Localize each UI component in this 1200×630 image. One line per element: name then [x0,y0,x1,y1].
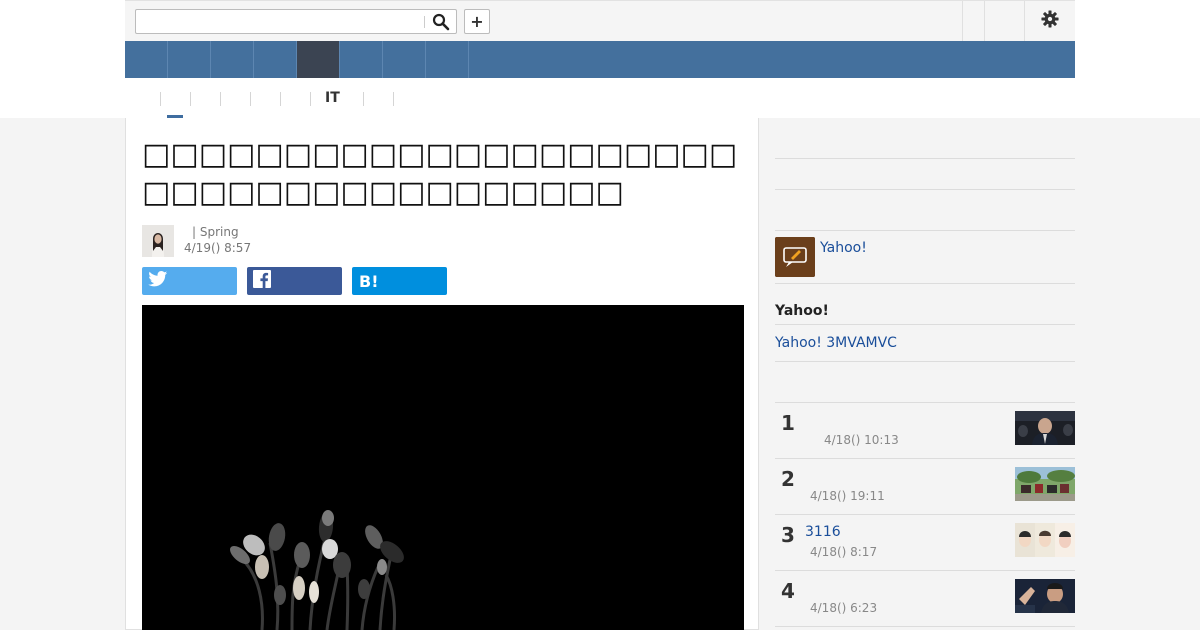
ranking-thumbnail[interactable] [1015,523,1075,557]
facebook-share-button[interactable] [247,267,342,295]
ranking-item[interactable]: 4 4/18() 6:23 [775,571,1075,627]
ranking-number: 3 [781,523,795,547]
subnav-item[interactable] [190,92,220,106]
hatena-bookmark-icon: B! [359,271,379,291]
ranking-item[interactable]: 1 4/18() 10:13 [775,403,1075,459]
ranking-number: 2 [781,467,795,491]
ranking-date: 4/18() 8:17 [810,545,878,559]
gear-icon [1041,10,1059,32]
ranking-item[interactable]: 3 3116 4/18() 8:17 [775,515,1075,571]
sidebar: Yahoo! Yahoo! Yahoo! 3MVAMVC 1 4/18() 10… [775,118,1075,630]
sidebar-divider [775,230,1075,231]
search-icon[interactable] [432,13,450,31]
ranking-date: 4/18() 10:13 [824,433,899,447]
subnav-divider [160,92,161,106]
article-photo [142,305,744,630]
sidebar-divider [775,324,1075,325]
article-date: 4/19() 8:57 [184,241,252,255]
sidebar-divider [775,189,1075,190]
ranking-thumbnail[interactable] [1015,467,1075,501]
author-name-link[interactable]: Yahoo! [820,240,867,256]
facebook-icon [253,270,271,292]
nav-item[interactable] [211,41,254,78]
ranking-number: 1 [781,411,795,435]
microphones-image [142,305,744,630]
ranking-title[interactable]: 3116 [805,524,841,540]
ranking-item[interactable]: 2 4/18() 19:11 [775,459,1075,515]
sidebar-divider [775,283,1075,284]
twitter-share-button[interactable] [142,267,237,295]
settings-button[interactable] [1024,1,1075,41]
header-menu-slot[interactable] [962,1,984,41]
nav-item[interactable] [383,41,426,78]
sidebar-link[interactable]: Yahoo! 3MVAMVC [775,335,897,351]
header-menu-slot[interactable] [984,1,1024,41]
ranking-thumbnail[interactable] [1015,579,1075,613]
author-icon[interactable] [775,237,815,277]
nav-item-active[interactable] [297,41,340,78]
subnav-divider [393,92,394,106]
header-bar: + [125,0,1075,41]
article-byline[interactable]: | Spring [192,225,239,239]
ranking-thumbnail[interactable] [1015,411,1075,445]
nav-item[interactable] [426,41,469,78]
twitter-icon [148,271,168,291]
nav-item[interactable] [254,41,297,78]
sidebar-section-title: Yahoo! [775,303,829,319]
search-box [135,9,457,34]
add-button[interactable]: + [464,9,490,34]
sub-nav: IT [125,78,1075,118]
ranking-date: 4/18() 19:11 [810,489,885,503]
subnav-item[interactable] [363,92,393,106]
hatena-share-button[interactable]: B! [352,267,447,295]
ranking-number: 4 [781,579,795,603]
nav-item[interactable] [125,41,168,78]
subnav-item[interactable] [220,92,250,106]
main-nav [125,41,1075,78]
search-divider [424,16,425,28]
author-avatar[interactable] [142,225,174,257]
nav-item[interactable] [340,41,383,78]
subnav-item[interactable] [280,92,310,106]
sidebar-divider [775,158,1075,159]
nav-item[interactable] [168,41,211,78]
sidebar-divider [775,361,1075,362]
search-input[interactable] [138,12,424,31]
subnav-item[interactable] [250,92,280,106]
ranking-date: 4/18() 6:23 [810,601,878,615]
article-main: □□□□□□□□□□□□□□□□□□□□□□□□□□□□□□□□□□□□□□ |… [125,118,759,630]
article-headline: □□□□□□□□□□□□□□□□□□□□□□□□□□□□□□□□□□□□□□ [142,137,738,210]
subnav-label-it[interactable]: IT [325,90,340,106]
